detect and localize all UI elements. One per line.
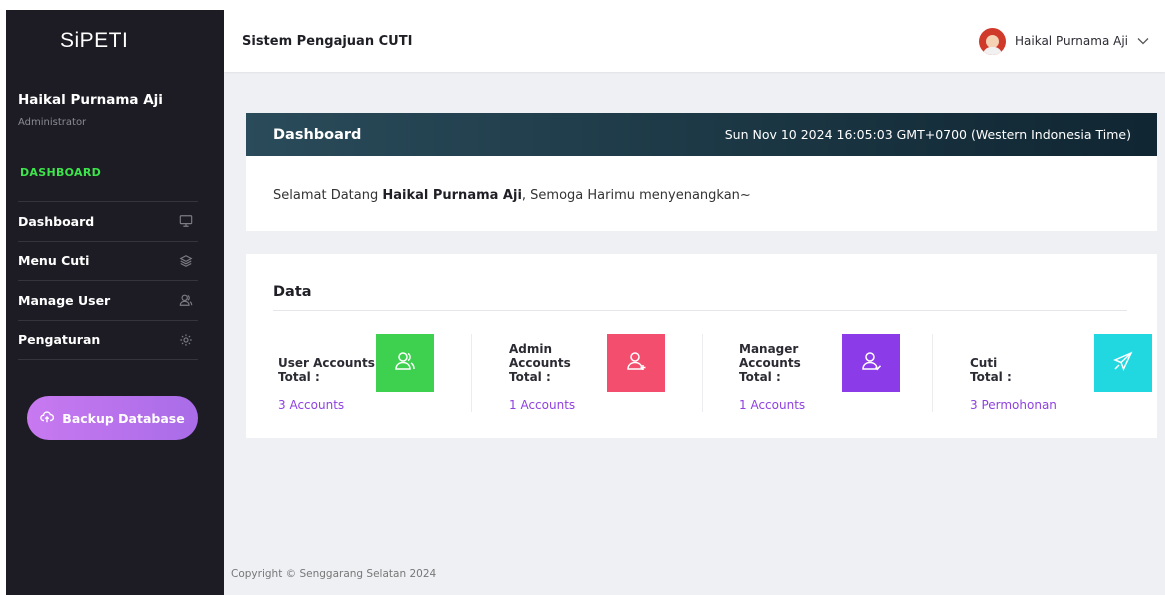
stat-admin-accounts: Admin Accounts Total : 1 Accounts [509,334,729,412]
sidebar-item-dashboard[interactable]: Dashboard [18,202,198,242]
gear-icon [178,332,194,348]
stat-total-label: Total : [278,370,320,384]
welcome-prefix: Selamat Datang [273,188,383,203]
stat-label-line1: User Accounts [278,356,375,370]
sidebar-item-pengaturan[interactable]: Pengaturan [18,321,198,360]
stat-label-line2: Accounts [509,356,571,370]
stat-label-line1: Cuti [970,356,998,370]
users-icon [178,292,194,308]
stat-label: Cuti Total : [970,356,1012,384]
backup-database-label: Backup Database [62,410,185,426]
stat-label-line1: Admin [509,342,553,356]
data-card: Data User Accounts Total : 3 Accounts Adm… [246,254,1157,438]
stat-total-label: Total : [970,370,1012,384]
dashboard-header: Dashboard Sun Nov 10 2024 16:05:03 GMT+0… [246,113,1157,156]
user-add-icon [624,349,648,377]
sidebar-user-name: Haikal Purnama Aji [18,92,163,108]
sidebar-item-label: Menu Cuti [18,253,90,269]
sidebar-user-role: Administrator [18,117,87,128]
stat-tile [842,334,900,392]
stat-tile [1094,334,1152,392]
sidebar-item-label: Dashboard [18,213,95,229]
stat-manager-accounts: Manager Accounts Total : 1 Accounts [739,334,959,412]
dashboard-title: Dashboard [273,126,362,143]
stat-value[interactable]: 3 Permohonan [970,398,1057,412]
sidebar-user: Haikal Purnama Aji Administrator [6,72,224,128]
sidebar-menu: Dashboard Menu Cuti Manage User Pengatur… [18,201,198,360]
main-content: Sistem Pengajuan CUTI Haikal Purnama Aji… [224,10,1165,595]
welcome-message: Selamat Datang Haikal Purnama Aji, Semog… [246,156,1157,203]
footer-copyright: Copyright © Senggarang Selatan 2024 [231,568,437,580]
backup-database-button[interactable]: Backup Database [27,396,198,440]
monitor-icon [178,213,194,229]
top-bar: Sistem Pengajuan CUTI Haikal Purnama Aji [224,10,1165,72]
stat-divider [702,334,703,412]
sidebar-item-manage-user[interactable]: Manage User [18,281,198,321]
sidebar-item-menu-cuti[interactable]: Menu Cuti [18,242,198,281]
user-check-icon [859,349,883,377]
stat-label-line1: Manager [739,342,799,356]
stat-total-label: Total : [509,370,551,384]
divider [273,310,1127,311]
sidebar: SiPETI Haikal Purnama Aji Administrator … [6,10,224,595]
stat-label: Admin Accounts Total : [509,342,571,384]
account-name: Haikal Purnama Aji [1015,34,1128,48]
users-icon [393,349,417,377]
stat-total-label: Total : [739,370,781,384]
dashboard-card: Dashboard Sun Nov 10 2024 16:05:03 GMT+0… [246,113,1157,231]
airplane-icon [1111,349,1135,377]
welcome-name: Haikal Purnama Aji [382,188,522,203]
stat-divider [932,334,933,412]
stat-divider [471,334,472,412]
stat-user-accounts: User Accounts Total : 3 Accounts [278,334,498,412]
stat-cuti: Cuti Total : 3 Permohonan [970,334,1165,412]
brand-logo[interactable]: SiPETI [6,10,224,72]
app-title: Sistem Pengajuan CUTI [242,33,413,49]
stat-label: User Accounts Total : [278,356,375,384]
chevron-down-icon [1137,34,1149,48]
layers-icon [178,253,194,269]
account-menu[interactable]: Haikal Purnama Aji [979,27,1149,55]
stat-tile [607,334,665,392]
stat-value[interactable]: 1 Accounts [509,398,575,412]
avatar [979,27,1006,55]
sidebar-item-label: Pengaturan [18,332,101,348]
dashboard-datetime: Sun Nov 10 2024 16:05:03 GMT+0700 (Weste… [724,127,1131,142]
stat-tile [376,334,434,392]
stat-value[interactable]: 1 Accounts [739,398,805,412]
sidebar-section-title: DASHBOARD [20,166,102,179]
data-title: Data [273,284,312,300]
stat-label: Manager Accounts Total : [739,342,801,384]
stat-label-line2: Accounts [739,356,801,370]
cloud-upload-icon [40,410,55,427]
sidebar-item-label: Manage User [18,292,111,308]
welcome-suffix: , Semoga Harimu menyenangkan~ [521,188,751,203]
stat-value[interactable]: 3 Accounts [278,398,344,412]
